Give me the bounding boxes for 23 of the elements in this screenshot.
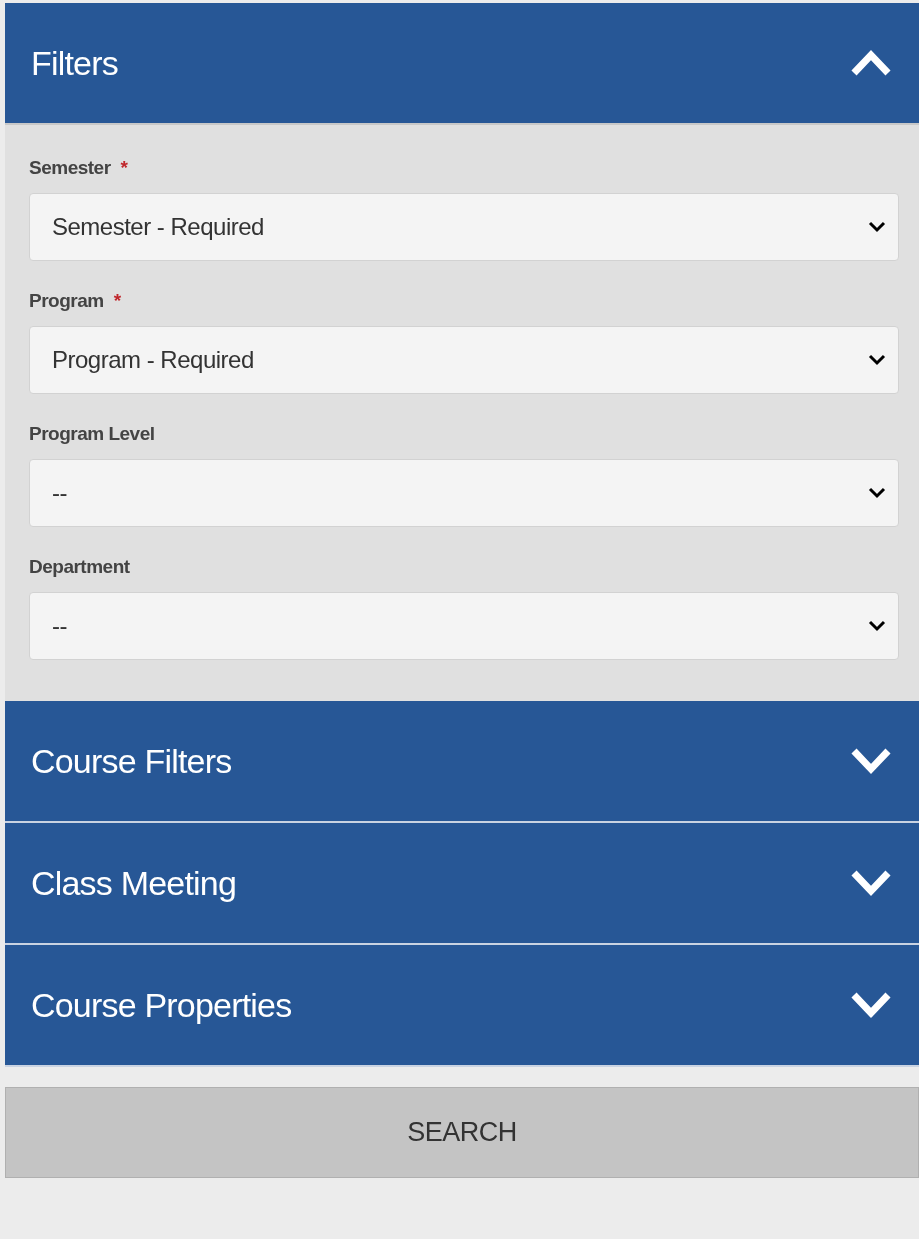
chevron-down-icon [868,620,886,632]
field-label: Department [29,556,130,578]
required-mark: * [113,290,121,312]
field-label: Program [29,290,104,312]
chevron-down-icon [850,747,892,775]
chevron-down-icon [850,991,892,1019]
accordion-header[interactable]: Filters [5,3,919,125]
chevron-down-icon [850,869,892,897]
dropdown-field[interactable]: -- [29,592,899,660]
required-mark: * [120,157,128,179]
chevron-up-icon [850,49,892,77]
field-label: Program Level [29,423,155,445]
chevron-down-icon [868,221,886,233]
search-button[interactable]: SEARCH [5,1087,919,1178]
chevron-down-icon [868,354,886,366]
accordion-header[interactable]: Class Meeting [5,823,919,945]
accordion-header[interactable]: Course Properties [5,945,919,1067]
dropdown-field[interactable]: -- [29,459,899,527]
dropdown-field[interactable]: Semester - Required [29,193,899,261]
accordion-header[interactable]: Course Filters [5,701,919,823]
chevron-down-icon [868,487,886,499]
dropdown-field[interactable]: Program - Required [29,326,899,394]
field-label: Semester [29,157,111,179]
